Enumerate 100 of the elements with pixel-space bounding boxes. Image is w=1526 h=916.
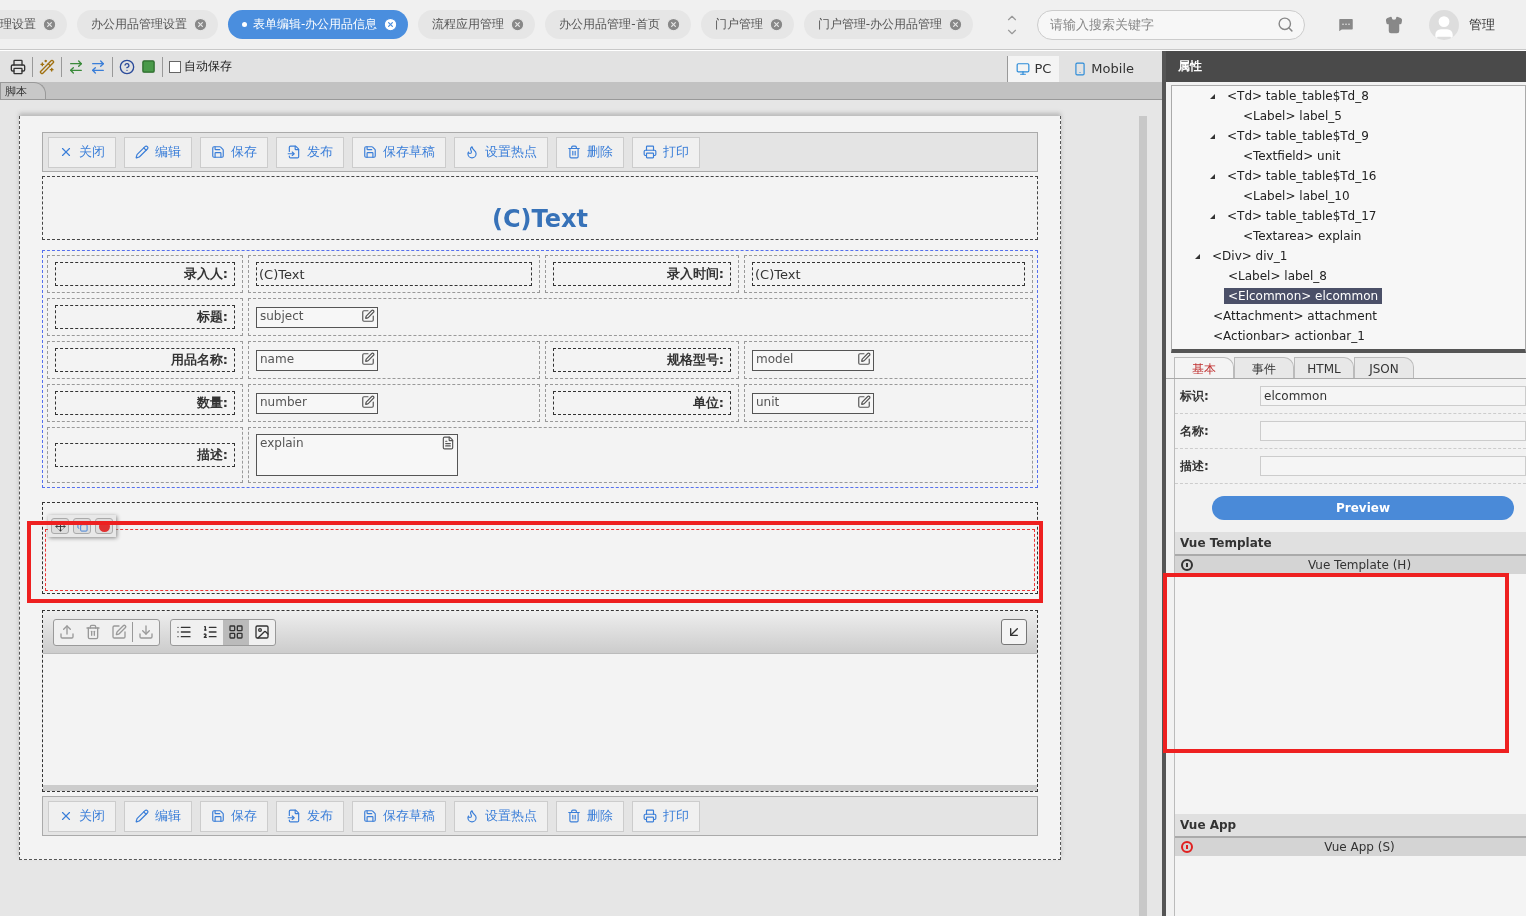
expand-triangle-icon[interactable] (1210, 93, 1215, 99)
action-button[interactable]: 保存草稿 (352, 800, 446, 832)
action-button[interactable]: 编辑 (124, 136, 192, 168)
text-field[interactable]: (C)Text (752, 262, 1025, 286)
save-icon (211, 145, 225, 159)
expand-triangle-icon[interactable] (1210, 213, 1215, 219)
action-button[interactable]: 编辑 (124, 800, 192, 832)
action-button[interactable]: 打印 (632, 136, 700, 168)
section-title: Vue App (1175, 814, 1526, 838)
action-button[interactable]: 删除 (556, 800, 624, 832)
script-tab[interactable]: 脚本 (0, 82, 46, 99)
tree-item[interactable]: <Label> label_10 (1239, 188, 1354, 204)
text-field[interactable]: (C)Text (256, 262, 532, 286)
action-button[interactable]: 删除 (556, 136, 624, 168)
property-tab[interactable]: 基本 (1174, 357, 1234, 378)
tree-item[interactable]: <Textfield> unit (1239, 148, 1345, 164)
action-button[interactable]: 打印 (632, 800, 700, 832)
editor-header: Vue Template (H) (1175, 556, 1526, 574)
page-tab[interactable]: 门户管理-办公用品管理 (803, 10, 974, 39)
page-tab[interactable]: 流程应用管理 (418, 10, 536, 39)
expand-triangle-icon[interactable] (1210, 173, 1215, 179)
printer-icon[interactable] (10, 58, 26, 75)
action-button[interactable]: 关闭 (48, 800, 116, 832)
autosave-checkbox[interactable]: 自动保存 (169, 58, 232, 75)
bullet-list-icon (176, 624, 192, 640)
expand-triangle-icon[interactable] (1210, 133, 1215, 139)
active-dot-icon (242, 22, 247, 27)
action-button[interactable]: 设置热点 (454, 136, 548, 168)
device-tab[interactable]: PC (1007, 55, 1060, 82)
tree-item[interactable]: <Div> div_1 (1208, 248, 1292, 264)
close-icon[interactable] (383, 17, 399, 32)
property-label: 名称: (1180, 422, 1210, 440)
form-title: (C)Text (492, 205, 588, 233)
action-button[interactable]: 保存 (200, 136, 268, 168)
action-button[interactable]: 发布 (276, 136, 344, 168)
tree-item[interactable]: <Td> table_table$Td_8 (1223, 88, 1373, 104)
field-label: 标题: (55, 305, 235, 329)
tree-item[interactable]: <Actionbar> actionbar_1 (1209, 328, 1369, 344)
tree-item[interactable]: <Textarea> explain (1239, 228, 1366, 244)
scrollbar[interactable] (1139, 116, 1147, 916)
flame-icon (465, 809, 479, 823)
input-field[interactable]: unit (752, 392, 874, 414)
tree-item[interactable]: <Label> label_5 (1239, 108, 1346, 124)
expand-triangle-icon[interactable] (1195, 253, 1200, 259)
search-icon[interactable] (1277, 16, 1295, 33)
collapse-button[interactable] (1001, 619, 1027, 645)
tree-item[interactable]: <Td> table_table$Td_17 (1223, 208, 1381, 224)
input-field[interactable]: elcommon (1260, 386, 1526, 406)
tree-item[interactable]: <Td> table_table$Td_16 (1223, 168, 1381, 184)
input-field[interactable]: model (752, 349, 874, 371)
tree-item[interactable]: <Attachment> attachment (1209, 308, 1381, 324)
input-field[interactable]: number (256, 392, 378, 414)
action-button[interactable]: 关闭 (48, 136, 116, 168)
magic-wand-icon[interactable] (39, 58, 55, 75)
pencil-icon (135, 809, 149, 823)
text-icon (441, 436, 455, 450)
page-tab[interactable]: 办公用品管理设置 (77, 10, 218, 39)
field-label: 数量: (55, 391, 235, 415)
trash-icon (567, 809, 581, 823)
device-tab[interactable]: Mobile (1065, 55, 1142, 82)
edit-icon (361, 308, 375, 323)
input-field[interactable] (1260, 456, 1526, 476)
action-button[interactable]: 保存 (200, 800, 268, 832)
field-label: 描述: (55, 443, 235, 467)
window-icon[interactable] (141, 59, 156, 74)
property-tab[interactable]: JSON (1354, 357, 1414, 378)
preview-button[interactable]: Preview (1212, 496, 1514, 520)
field-label: 用品名称: (55, 348, 235, 372)
property-tab[interactable]: 事件 (1234, 357, 1294, 378)
printer-icon (643, 145, 657, 159)
numbered-list-icon (202, 624, 218, 640)
shirt-icon[interactable] (1385, 15, 1404, 34)
phone-icon (1073, 61, 1088, 76)
info-icon[interactable] (1181, 559, 1193, 571)
save-icon (363, 145, 377, 159)
page-tab[interactable]: 办公用品管理-首页 (545, 10, 691, 39)
action-button[interactable]: 发布 (276, 800, 344, 832)
printer-icon (643, 809, 657, 823)
field-label: 录入时间: (553, 262, 731, 286)
search-field[interactable]: 请输入搜索关键字 (1037, 9, 1306, 40)
action-button[interactable]: 设置热点 (454, 800, 548, 832)
tree-item[interactable]: <Label> label_8 (1224, 268, 1331, 284)
input-field[interactable]: name (256, 349, 378, 371)
grid-icon (228, 624, 244, 640)
page-tab[interactable]: 理设置 (0, 10, 67, 39)
view-mode-button[interactable] (223, 619, 249, 645)
import-icon[interactable] (90, 58, 106, 75)
page-tab[interactable]: 门户管理 (700, 10, 794, 39)
textarea-field[interactable]: explain (256, 434, 458, 476)
trash-icon (567, 145, 581, 159)
property-tab[interactable]: HTML (1294, 357, 1354, 378)
action-button[interactable]: 保存草稿 (352, 136, 446, 168)
input-field[interactable]: subject (256, 306, 378, 328)
image-icon (254, 624, 270, 640)
help-icon[interactable] (119, 58, 135, 75)
tree-item[interactable]: <Elcommon> elcommon (1224, 288, 1383, 304)
tree-item[interactable]: <Td> table_table$Td_9 (1223, 128, 1373, 144)
user-name[interactable]: 管理 (1469, 15, 1496, 34)
input-field[interactable] (1260, 421, 1526, 441)
export-icon[interactable] (68, 58, 84, 75)
